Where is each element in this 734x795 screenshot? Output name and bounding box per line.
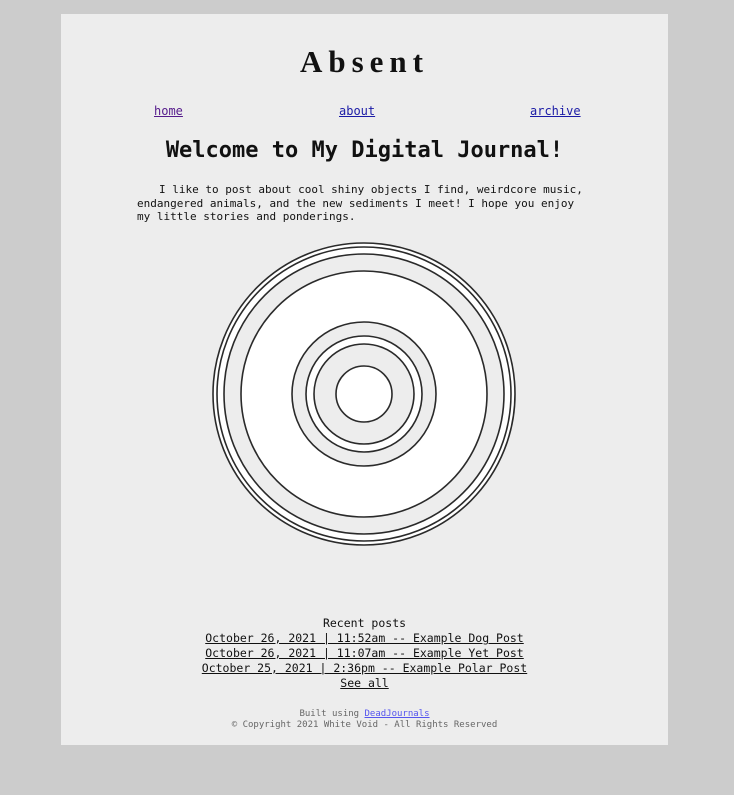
recent-post-link[interactable]: October 26, 2021 | 11:07am -- Example Ye… — [61, 646, 668, 661]
nav-about-link[interactable]: about — [339, 104, 375, 118]
built-using-text: Built using — [299, 709, 365, 719]
concentric-circles-image — [212, 242, 516, 546]
intro-paragraph: I like to post about cool shiny objects … — [137, 183, 583, 223]
nav-archive-link[interactable]: archive — [530, 104, 581, 118]
see-all-link[interactable]: See all — [61, 676, 668, 691]
copyright-text: © Copyright 2021 White Void - All Rights… — [231, 720, 498, 730]
built-using-line: Built using DeadJournals — [61, 709, 668, 720]
site-title: Absent — [299, 44, 429, 79]
deadjournals-link[interactable]: DeadJournals — [365, 709, 430, 719]
recent-post-link[interactable]: October 25, 2021 | 2:36pm -- Example Pol… — [61, 661, 668, 676]
nav-home-link[interactable]: home — [154, 104, 183, 118]
recent-posts-label: Recent posts — [322, 616, 407, 630]
footer: Built using DeadJournals © Copyright 202… — [61, 709, 668, 731]
recent-posts: Recent posts October 26, 2021 | 11:52am … — [61, 616, 668, 691]
page-container: Absent home about archive Welcome to My … — [61, 14, 668, 745]
page-heading: Welcome to My Digital Journal! — [165, 138, 564, 163]
recent-post-link[interactable]: October 26, 2021 | 11:52am -- Example Do… — [61, 631, 668, 646]
